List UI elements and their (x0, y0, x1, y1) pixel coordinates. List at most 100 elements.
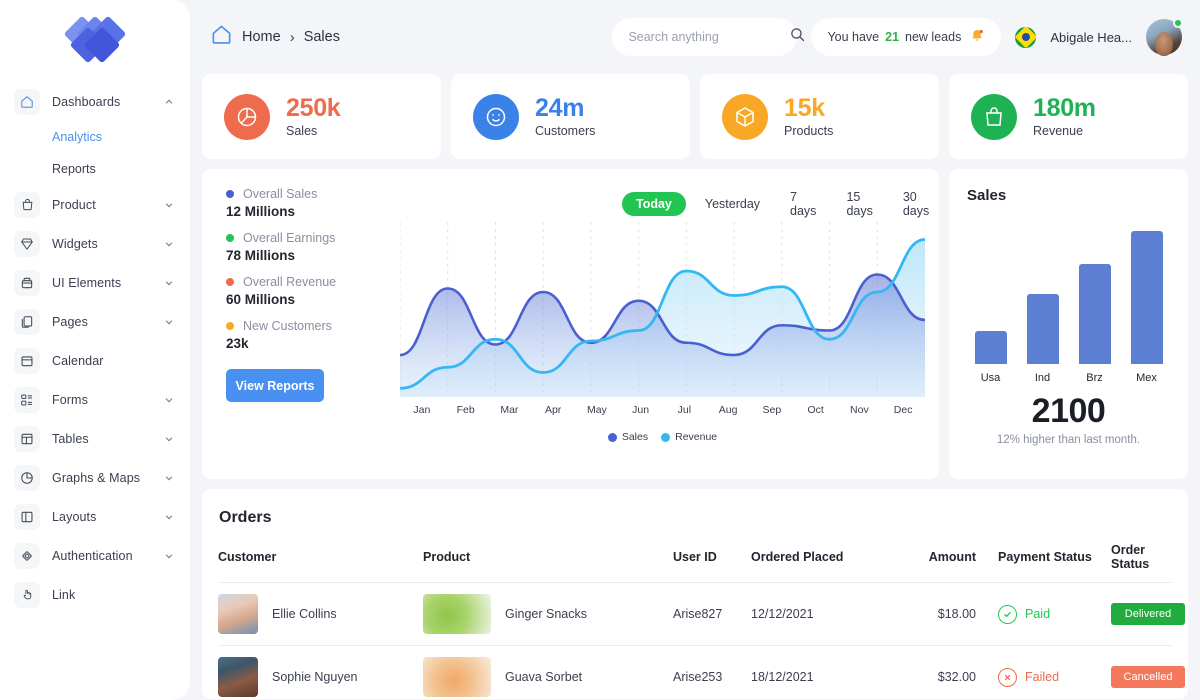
sidebar-nav: Dashboards Analytics Reports Product Wid… (0, 78, 190, 614)
main-area: Home › Sales You have 21 new leads (190, 0, 1200, 700)
hand-pointer-icon (14, 581, 40, 608)
sidebar-item-reports[interactable]: Reports (0, 153, 190, 185)
table-row[interactable]: Ellie Collins Ginger Snacks Arise827 12/… (218, 582, 1185, 646)
filter-yesterday[interactable]: Yesterday (694, 192, 771, 216)
avatar[interactable] (1146, 18, 1183, 56)
orders-card: Orders Customer Product User ID Ordered … (202, 489, 1188, 699)
leads-suffix: new leads (905, 30, 962, 44)
metric-overall-sales: Overall Sales 12 Millions (226, 187, 376, 219)
chevron-right-icon: › (289, 28, 295, 46)
metric-overall-earnings: Overall Earnings 78 Millions (226, 231, 376, 263)
sales-total: 2100 (1031, 392, 1106, 430)
column-amount: Amount (886, 543, 976, 583)
column-ordered-placed: Ordered Placed (751, 543, 886, 583)
bag-icon (14, 191, 40, 218)
bar (1026, 294, 1059, 364)
home-icon[interactable] (210, 23, 233, 51)
metric-name: Overall Sales (243, 187, 318, 201)
user-name[interactable]: Abigale Hea... (1050, 30, 1132, 45)
bar-column[interactable]: Ind (1026, 294, 1059, 384)
sidebar-item-product[interactable]: Product (0, 185, 190, 224)
sidebar-item-layouts[interactable]: Layouts (0, 497, 190, 536)
sidebar-item-pages[interactable]: Pages (0, 302, 190, 341)
stat-label: Revenue (1033, 124, 1084, 139)
metric-value: 12 Millions (226, 204, 296, 219)
search-input[interactable] (628, 30, 790, 44)
product-thumbnail (423, 594, 491, 634)
breadcrumb-home[interactable]: Home (242, 29, 281, 45)
filter-30-days[interactable]: 30 days (892, 185, 940, 223)
metric-name: New Customers (243, 319, 332, 333)
sidebar-item-authentication[interactable]: Authentication (0, 536, 190, 575)
sidebar-item-ui-elements[interactable]: UI Elements (0, 263, 190, 302)
status-badge: Delivered (1111, 603, 1185, 625)
sidebar-item-dashboards[interactable]: Dashboards (0, 82, 190, 121)
search-icon[interactable] (789, 26, 806, 48)
sidebar-item-label: Layouts (52, 509, 97, 524)
filter-15-days[interactable]: 15 days (835, 185, 883, 223)
legend-item-sales[interactable]: Sales (607, 431, 649, 443)
bell-icon[interactable] (969, 28, 985, 47)
stat-card-customers[interactable]: 24m Customers (451, 74, 690, 159)
logo-container[interactable] (0, 0, 190, 78)
sidebar-item-label: UI Elements (52, 275, 122, 290)
filter-7-days[interactable]: 7 days (779, 185, 827, 223)
sidebar-item-analytics[interactable]: Analytics (0, 121, 190, 153)
cell-order-status: Cancelled (1111, 645, 1185, 699)
sidebar-item-widgets[interactable]: Widgets (0, 224, 190, 263)
customer-avatar (218, 594, 258, 634)
bar-column[interactable]: Brz (1078, 264, 1111, 384)
sidebar-item-calendar[interactable]: Calendar (0, 341, 190, 380)
forms-icon (14, 386, 40, 413)
x-tick-label: May (586, 404, 607, 416)
stat-label: Products (784, 124, 834, 139)
x-tick-label: Sep (762, 404, 782, 416)
product-name: Guava Sorbet (505, 670, 583, 684)
breadcrumb-current: Sales (303, 29, 340, 45)
bar-label: Ind (1034, 372, 1051, 384)
sidebar-item-link[interactable]: Link (0, 575, 190, 614)
x-tick-label: Mar (500, 404, 519, 416)
x-tick-label: Feb (456, 404, 475, 416)
x-tick-label: Apr (544, 404, 562, 416)
column-product: Product (423, 543, 673, 583)
bar (974, 330, 1007, 364)
customer-name: Sophie Nguyen (272, 670, 358, 684)
stat-card-sales[interactable]: 250k Sales (202, 74, 441, 159)
stat-card-revenue[interactable]: 180m Revenue (949, 74, 1188, 159)
sales-bar-chart: Usa Ind Brz Mex (967, 230, 1170, 384)
chevron-down-icon (165, 553, 173, 558)
cell-customer: Sophie Nguyen (218, 645, 423, 699)
cell-date: 12/12/2021 (751, 582, 886, 646)
view-reports-button[interactable]: View Reports (226, 369, 324, 402)
overview-area-chart (400, 222, 925, 397)
legend-dot (226, 322, 234, 330)
stat-value: 15k (784, 93, 825, 122)
bar-column[interactable]: Mex (1130, 230, 1163, 384)
sidebar-item-graphs-maps[interactable]: Graphs & Maps (0, 458, 190, 497)
chevron-down-icon (165, 514, 173, 519)
bar-label: Brz (1086, 372, 1103, 384)
sidebar-item-label: Product (52, 197, 96, 212)
chart-range-filters: Today Yesterday 7 days 15 days 30 days (622, 185, 940, 223)
table-row[interactable]: Sophie Nguyen Guava Sorbet Arise253 18/1… (218, 645, 1185, 699)
legend-label: Sales (621, 431, 649, 443)
sidebar-item-label: Forms (52, 392, 88, 407)
customer-name: Ellie Collins (272, 607, 337, 621)
overview-metrics: Overall Sales 12 Millions Overall Earnin… (226, 187, 376, 402)
stat-card-products[interactable]: 15k Products (700, 74, 939, 159)
new-leads-pill[interactable]: You have 21 new leads (811, 18, 1002, 56)
sidebar-item-label: Widgets (52, 236, 98, 251)
status-badge (1173, 18, 1183, 28)
column-order-status: Order Status (1111, 543, 1172, 583)
sidebar-item-tables[interactable]: Tables (0, 419, 190, 458)
legend-item-revenue[interactable]: Revenue (661, 431, 717, 443)
filter-today[interactable]: Today (622, 192, 686, 216)
top-bar-right: You have 21 new leads Abigale Hea... (612, 18, 1188, 56)
bar-column[interactable]: Usa (974, 330, 1007, 384)
cell-user-id: Arise827 (673, 582, 751, 646)
table-header-row: Customer Product User ID Ordered Placed … (218, 543, 1172, 583)
x-tick-label: Jul (677, 404, 692, 416)
sidebar-item-forms[interactable]: Forms (0, 380, 190, 419)
search-box[interactable] (612, 18, 805, 56)
